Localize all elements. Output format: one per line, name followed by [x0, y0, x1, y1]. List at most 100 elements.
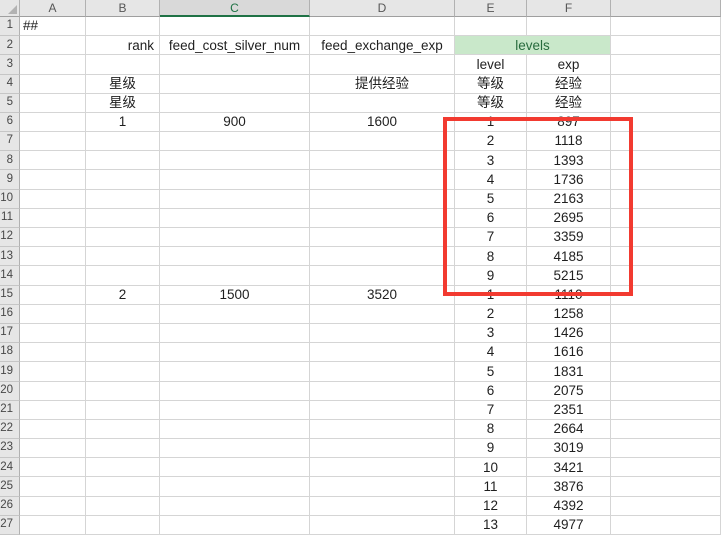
row-header-27[interactable]: 27: [0, 516, 20, 535]
cell-D5[interactable]: [310, 94, 455, 113]
row-header-22[interactable]: 22: [0, 420, 20, 439]
row-header-23[interactable]: 23: [0, 439, 20, 458]
cell-B15[interactable]: 2: [86, 286, 160, 305]
cell-F25[interactable]: 3876: [527, 477, 611, 496]
cell-G21[interactable]: [611, 401, 721, 420]
cell-E19[interactable]: 5: [455, 362, 527, 381]
cell-B27[interactable]: [86, 516, 160, 535]
cell-A6[interactable]: [20, 113, 86, 132]
cell-B13[interactable]: [86, 247, 160, 266]
row-header-8[interactable]: 8: [0, 151, 20, 170]
cell-B24[interactable]: [86, 458, 160, 477]
column-header-E[interactable]: E: [455, 0, 527, 17]
cell-D26[interactable]: [310, 497, 455, 516]
cell-C17[interactable]: [160, 324, 310, 343]
cell-F15[interactable]: 1110: [527, 286, 611, 305]
cell-E11[interactable]: 6: [455, 209, 527, 228]
cell-B1[interactable]: [86, 17, 160, 36]
cell-E7[interactable]: 2: [455, 132, 527, 151]
column-header-F[interactable]: F: [527, 0, 611, 17]
row-header-7[interactable]: 7: [0, 132, 20, 151]
cell-D25[interactable]: [310, 477, 455, 496]
cell-A15[interactable]: [20, 286, 86, 305]
row-header-16[interactable]: 16: [0, 305, 20, 324]
column-header-empty[interactable]: [611, 0, 721, 17]
cell-F8[interactable]: 1393: [527, 151, 611, 170]
cell-A4[interactable]: [20, 75, 86, 94]
cell-F11[interactable]: 2695: [527, 209, 611, 228]
cell-G10[interactable]: [611, 190, 721, 209]
cell-D22[interactable]: [310, 420, 455, 439]
row-header-21[interactable]: 21: [0, 401, 20, 420]
cell-G1[interactable]: [611, 17, 721, 36]
cell-B2[interactable]: rank: [86, 36, 160, 55]
cell-C20[interactable]: [160, 382, 310, 401]
cell-C12[interactable]: [160, 228, 310, 247]
cell-F13[interactable]: 4185: [527, 247, 611, 266]
cell-D7[interactable]: [310, 132, 455, 151]
row-header-3[interactable]: 3: [0, 55, 20, 74]
cell-A3[interactable]: [20, 55, 86, 74]
cell-C16[interactable]: [160, 305, 310, 324]
cell-C25[interactable]: [160, 477, 310, 496]
cell-C6[interactable]: 900: [160, 113, 310, 132]
cell-D16[interactable]: [310, 305, 455, 324]
row-header-26[interactable]: 26: [0, 497, 20, 516]
row-header-9[interactable]: 9: [0, 170, 20, 189]
cell-G11[interactable]: [611, 209, 721, 228]
row-header-5[interactable]: 5: [0, 94, 20, 113]
cell-G7[interactable]: [611, 132, 721, 151]
row-header-11[interactable]: 11: [0, 209, 20, 228]
cell-G22[interactable]: [611, 420, 721, 439]
row-header-2[interactable]: 2: [0, 36, 20, 55]
cell-G24[interactable]: [611, 458, 721, 477]
cell-A18[interactable]: [20, 343, 86, 362]
cell-G25[interactable]: [611, 477, 721, 496]
row-header-18[interactable]: 18: [0, 343, 20, 362]
cell-E1[interactable]: [455, 17, 527, 36]
row-header-12[interactable]: 12: [0, 228, 20, 247]
cell-F18[interactable]: 1616: [527, 343, 611, 362]
cell-E14[interactable]: 9: [455, 266, 527, 285]
cell-D2[interactable]: feed_exchange_exp: [310, 36, 455, 55]
cell-G3[interactable]: [611, 55, 721, 74]
cell-E5[interactable]: 等级: [455, 94, 527, 113]
cell-A5[interactable]: [20, 94, 86, 113]
cell-B21[interactable]: [86, 401, 160, 420]
cell-F10[interactable]: 2163: [527, 190, 611, 209]
row-header-25[interactable]: 25: [0, 477, 20, 496]
cell-F3[interactable]: exp: [527, 55, 611, 74]
cell-B14[interactable]: [86, 266, 160, 285]
cell-D4[interactable]: 提供经验: [310, 75, 455, 94]
cell-B9[interactable]: [86, 170, 160, 189]
cell-C23[interactable]: [160, 439, 310, 458]
cell-D9[interactable]: [310, 170, 455, 189]
cell-C14[interactable]: [160, 266, 310, 285]
cell-G16[interactable]: [611, 305, 721, 324]
column-header-D[interactable]: D: [310, 0, 455, 17]
cell-F5[interactable]: 经验: [527, 94, 611, 113]
cell-F27[interactable]: 4977: [527, 516, 611, 535]
cell-D24[interactable]: [310, 458, 455, 477]
cell-G14[interactable]: [611, 266, 721, 285]
column-header-A[interactable]: A: [20, 0, 86, 17]
cell-F19[interactable]: 1831: [527, 362, 611, 381]
cell-A14[interactable]: [20, 266, 86, 285]
cell-A2[interactable]: [20, 36, 86, 55]
row-header-10[interactable]: 10: [0, 190, 20, 209]
cell-C2[interactable]: feed_cost_silver_num: [160, 36, 310, 55]
cell-F1[interactable]: [527, 17, 611, 36]
cell-B3[interactable]: [86, 55, 160, 74]
cell-B8[interactable]: [86, 151, 160, 170]
cell-F24[interactable]: 3421: [527, 458, 611, 477]
cell-A27[interactable]: [20, 516, 86, 535]
cell-G19[interactable]: [611, 362, 721, 381]
cell-F7[interactable]: 1118: [527, 132, 611, 151]
cell-C7[interactable]: [160, 132, 310, 151]
cell-B4[interactable]: 星级: [86, 75, 160, 94]
cell-E16[interactable]: 2: [455, 305, 527, 324]
cell-C26[interactable]: [160, 497, 310, 516]
cell-G5[interactable]: [611, 94, 721, 113]
cell-E15[interactable]: 1: [455, 286, 527, 305]
cell-G23[interactable]: [611, 439, 721, 458]
